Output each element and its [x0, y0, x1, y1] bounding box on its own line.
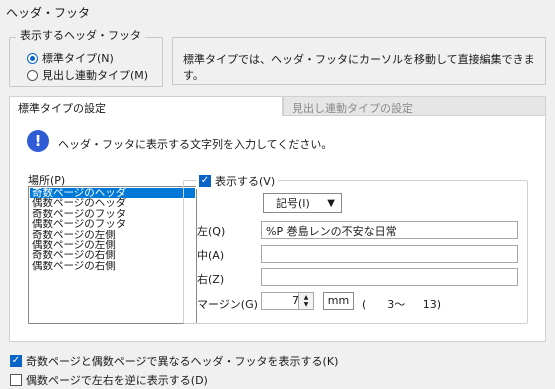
reverse-even-checkbox-indicator[interactable]: [10, 374, 22, 386]
window-title: ヘッダ・フッタ: [6, 6, 91, 20]
list-item[interactable]: 偶数ページのヘッダ: [30, 198, 195, 208]
show-checkbox-indicator[interactable]: ✓: [199, 175, 211, 187]
list-item[interactable]: 偶数ページの左側: [30, 240, 195, 250]
odd-even-different-checkbox[interactable]: ✓ 奇数ページと偶数ページで異なるヘッダ・フッタを表示する(K): [10, 353, 338, 369]
margin-unit-button[interactable]: mm: [323, 292, 354, 310]
right-text-field[interactable]: [261, 268, 518, 286]
radio-heading-linked-indicator[interactable]: [27, 69, 38, 81]
radio-standard-indicator[interactable]: [27, 52, 38, 64]
list-item[interactable]: 奇数ページのヘッダ: [30, 188, 195, 199]
list-item[interactable]: 偶数ページのフッタ: [30, 219, 195, 229]
radio-heading-linked-type[interactable]: 見出し連動タイプ(M): [27, 67, 148, 83]
spin-down-icon[interactable]: ▼: [304, 301, 309, 308]
center-text-field[interactable]: [261, 245, 518, 263]
radio-heading-linked-label: 見出し連動タイプ(M): [42, 69, 149, 82]
list-item[interactable]: 奇数ページのフッタ: [30, 209, 195, 219]
symbol-combo[interactable]: 記号(I) ▼: [263, 193, 342, 213]
show-checkbox[interactable]: ✓ 表示する(V): [196, 173, 279, 189]
location-listbox[interactable]: 奇数ページのヘッダ 偶数ページのヘッダ 奇数ページのフッタ 偶数ページのフッタ …: [28, 186, 197, 324]
margin-label: マージン(G): [197, 298, 258, 311]
margin-stepper[interactable]: ▲ ▼: [298, 292, 314, 310]
left-field-label: 左(Q): [197, 225, 226, 238]
list-item[interactable]: 奇数ページの右側: [30, 250, 195, 260]
reverse-even-checkbox[interactable]: 偶数ページで左右を逆に表示する(D): [10, 372, 208, 388]
list-item[interactable]: 偶数ページの右側: [30, 261, 195, 271]
odd-even-checkbox-label: 奇数ページと偶数ページで異なるヘッダ・フッタを表示する(K): [26, 355, 339, 368]
spin-up-icon[interactable]: ▲: [304, 294, 309, 301]
right-field-label: 右(Z): [197, 273, 225, 286]
info-icon: !: [27, 130, 49, 152]
radio-standard-label: 標準タイプ(N): [42, 52, 114, 65]
list-item[interactable]: 奇数ページの左側: [30, 230, 195, 240]
info-message: ヘッダ・フッタに表示する文字列を入力してください。: [58, 138, 333, 151]
center-field-label: 中(A): [197, 249, 225, 262]
chevron-down-icon: ▼: [327, 197, 335, 209]
description-text: 標準タイプでは、ヘッダ・フッタにカーソルを移動して直接編集できます。: [172, 37, 546, 85]
radio-standard-type[interactable]: 標準タイプ(N): [27, 50, 114, 66]
symbol-combo-label: 記号(I): [276, 197, 310, 210]
reverse-even-checkbox-label: 偶数ページで左右を逆に表示する(D): [26, 374, 208, 387]
tab-standard-settings[interactable]: 標準タイプの設定: [9, 96, 283, 116]
odd-even-checkbox-indicator[interactable]: ✓: [10, 355, 22, 367]
show-checkbox-label: 表示する(V): [215, 175, 276, 188]
display-type-legend: 表示するヘッダ・フッタ: [16, 27, 145, 43]
left-text-field[interactable]: %P 巻島レンの不安な日常: [261, 221, 518, 239]
tab-heading-linked-settings[interactable]: 見出し連動タイプの設定: [283, 96, 546, 116]
margin-range: ( 3～ 13): [362, 298, 442, 311]
